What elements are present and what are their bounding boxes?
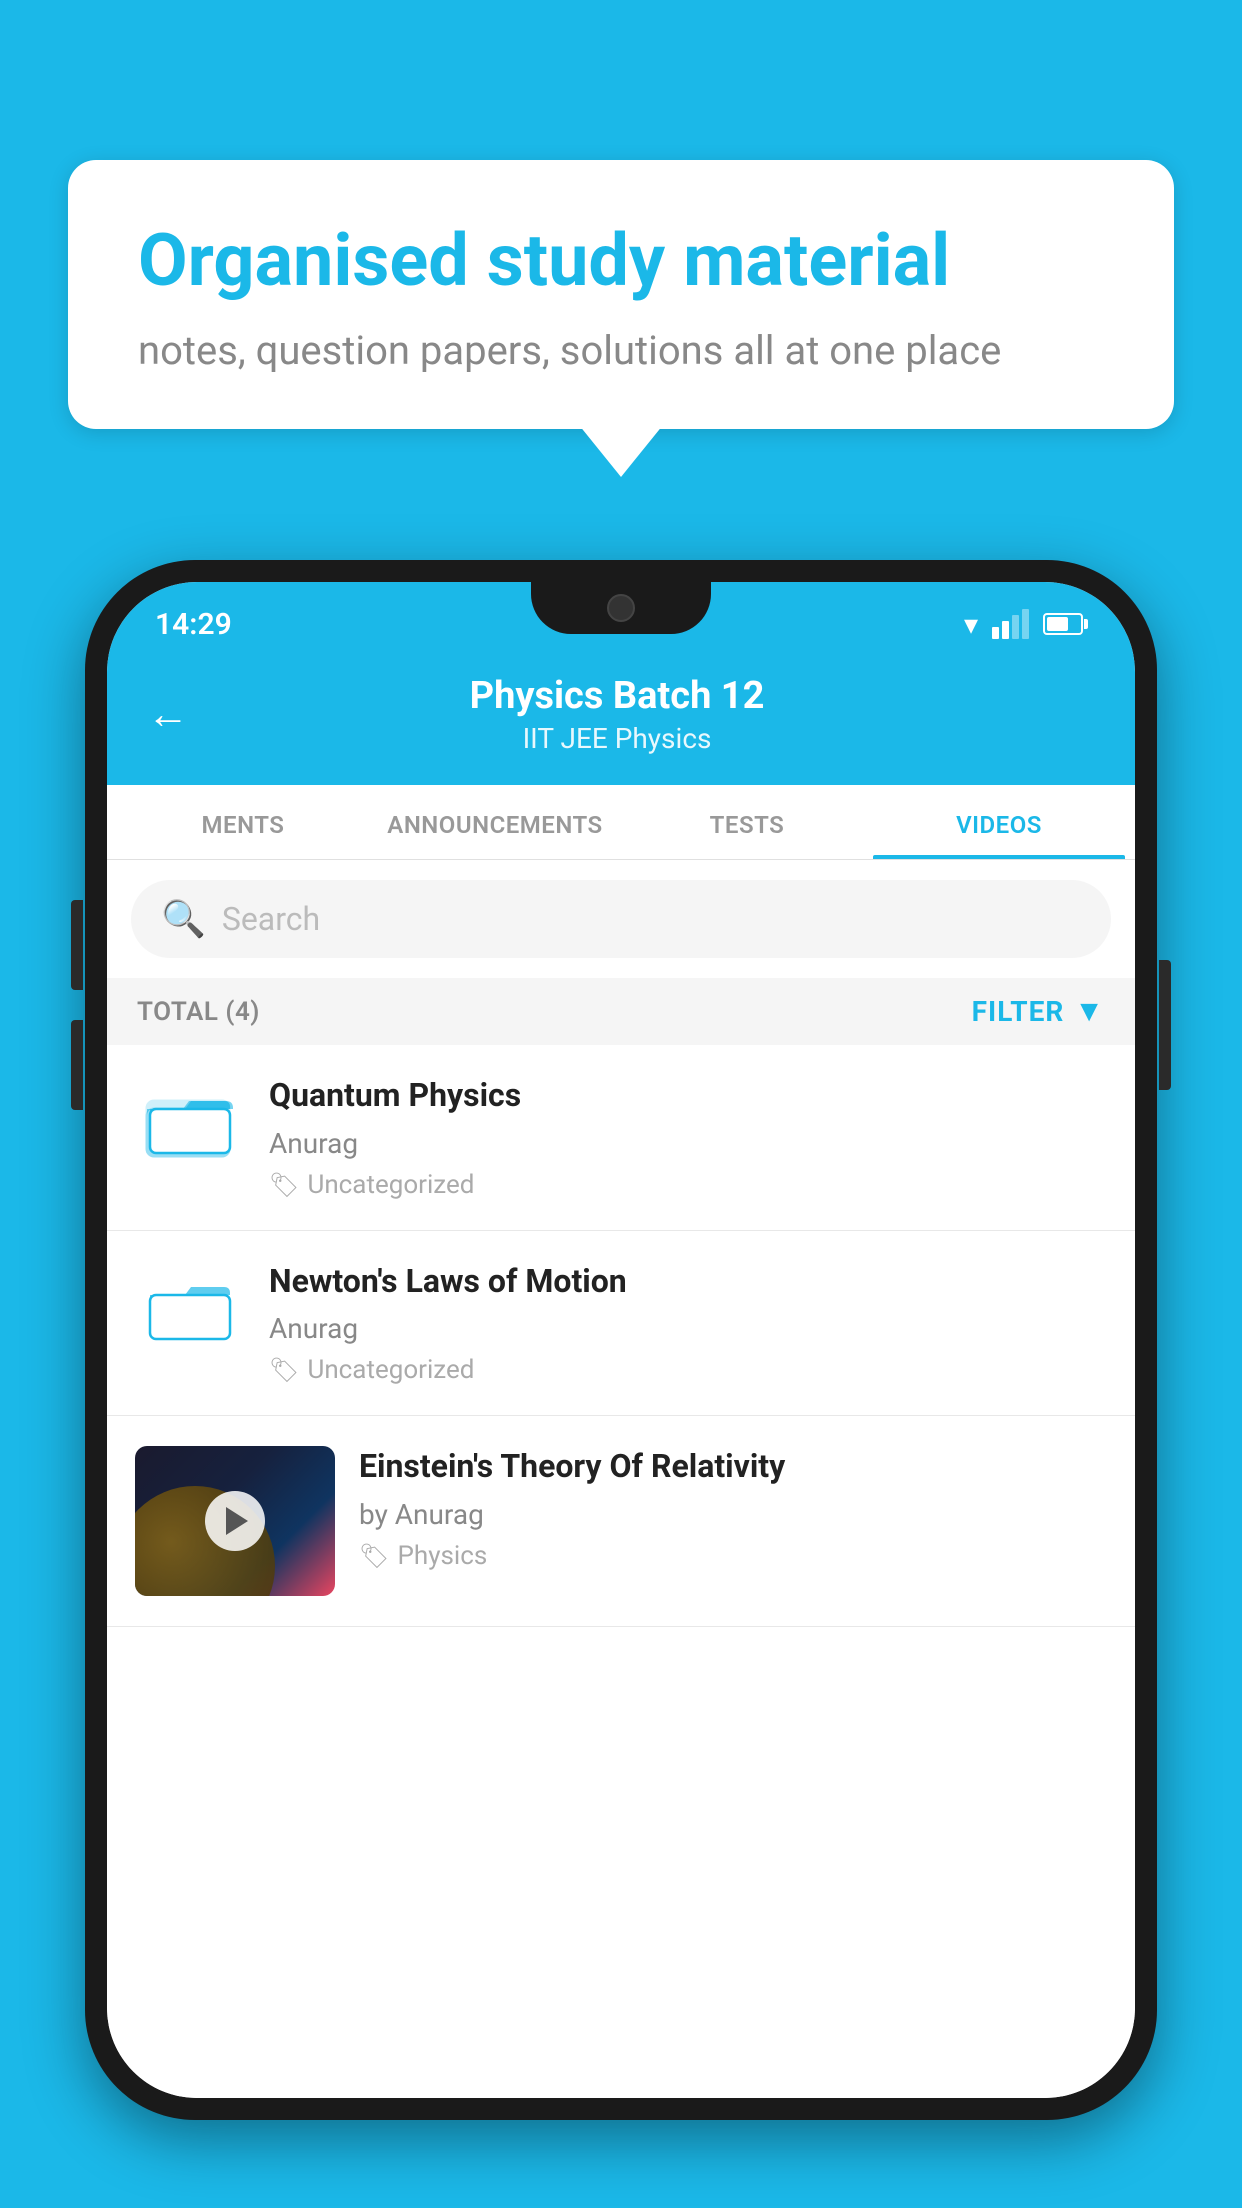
search-input[interactable]: Search (222, 900, 320, 938)
camera-dot (607, 594, 635, 622)
search-bar[interactable]: 🔍 Search (131, 880, 1111, 958)
tag-text-2: Uncategorized (307, 1355, 474, 1385)
notch (531, 582, 711, 634)
tab-tests[interactable]: TESTS (621, 785, 873, 859)
bubble-subtitle: notes, question papers, solutions all at… (138, 327, 1104, 374)
tag-text-1: Uncategorized (307, 1170, 474, 1200)
video-author-2: Anurag (269, 1312, 1107, 1345)
video-title-1: Quantum Physics (269, 1075, 1107, 1117)
wifi-icon: ▾ (964, 608, 978, 641)
status-time: 14:29 (155, 607, 232, 642)
tag-text-3: Physics (397, 1541, 487, 1571)
status-icons: ▾ (964, 608, 1083, 641)
video-info-3: Einstein's Theory Of Relativity by Anura… (359, 1446, 1107, 1571)
list-item[interactable]: Einstein's Theory Of Relativity by Anura… (107, 1416, 1135, 1627)
phone-wrapper: 14:29 ▾ ← Phys (85, 560, 1157, 2208)
search-icon: 🔍 (161, 898, 206, 940)
video-tag-2: 🏷 Uncategorized (269, 1355, 1107, 1385)
video-thumbnail-3 (135, 1446, 335, 1596)
back-button[interactable]: ← (147, 690, 189, 739)
list-item[interactable]: Quantum Physics Anurag 🏷 Uncategorized (107, 1045, 1135, 1231)
video-info-1: Quantum Physics Anurag 🏷 Uncategorized (269, 1075, 1107, 1200)
battery-icon (1043, 613, 1083, 635)
signal-icon (992, 609, 1029, 639)
tab-announcements[interactable]: ANNOUNCEMENTS (369, 785, 621, 859)
phone-outer: 14:29 ▾ ← Phys (85, 560, 1157, 2120)
tag-icon-1: 🏷 (269, 1171, 299, 1199)
tag-icon-3: 🏷 (359, 1542, 389, 1570)
header-subtitle: IIT JEE Physics (213, 722, 1021, 755)
speech-bubble: Organised study material notes, question… (68, 160, 1174, 429)
video-title-2: Newton's Laws of Motion (269, 1261, 1107, 1303)
tag-icon-2: 🏷 (269, 1356, 299, 1384)
power-button (1159, 960, 1171, 1090)
filter-button[interactable]: FILTER ▼ (972, 994, 1105, 1029)
filter-icon: ▼ (1074, 994, 1105, 1029)
total-count: TOTAL (4) (137, 997, 260, 1027)
volume-up-button (71, 900, 83, 990)
filter-bar: TOTAL (4) FILTER ▼ (107, 978, 1135, 1045)
app-header: ← Physics Batch 12 IIT JEE Physics (107, 654, 1135, 785)
video-author-3: by Anurag (359, 1498, 1107, 1531)
volume-down-button (71, 1020, 83, 1110)
folder-icon-1 (135, 1075, 245, 1161)
header-title-area: Physics Batch 12 IIT JEE Physics (213, 674, 1021, 755)
list-item[interactable]: Newton's Laws of Motion Anurag 🏷 Uncateg… (107, 1231, 1135, 1417)
tabs-bar: MENTS ANNOUNCEMENTS TESTS VIDEOS (107, 785, 1135, 860)
filter-label: FILTER (972, 995, 1065, 1028)
video-author-1: Anurag (269, 1127, 1107, 1160)
phone-screen: 14:29 ▾ ← Phys (107, 582, 1135, 2098)
tab-ments[interactable]: MENTS (117, 785, 369, 859)
search-container: 🔍 Search (107, 860, 1135, 978)
folder-icon-2 (135, 1261, 245, 1347)
play-triangle-icon (226, 1507, 248, 1535)
video-tag-3: 🏷 Physics (359, 1541, 1107, 1571)
tab-videos[interactable]: VIDEOS (873, 785, 1125, 859)
video-title-3: Einstein's Theory Of Relativity (359, 1446, 1107, 1488)
play-button-3[interactable] (205, 1491, 265, 1551)
video-list: Quantum Physics Anurag 🏷 Uncategorized (107, 1045, 1135, 2098)
video-tag-1: 🏷 Uncategorized (269, 1170, 1107, 1200)
header-title: Physics Batch 12 (213, 674, 1021, 718)
bubble-title: Organised study material (138, 220, 1104, 303)
video-info-2: Newton's Laws of Motion Anurag 🏷 Uncateg… (269, 1261, 1107, 1386)
